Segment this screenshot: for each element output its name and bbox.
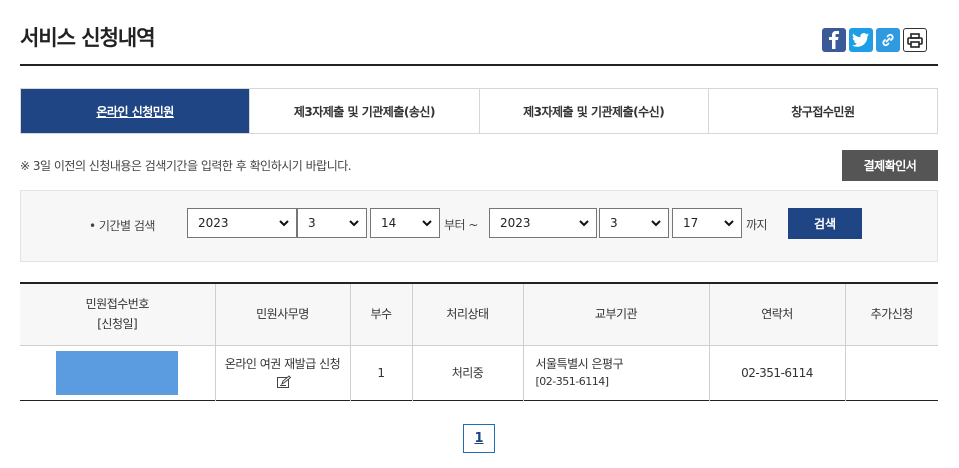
tab-counter-applications[interactable]: 창구접수민원: [707, 89, 937, 133]
notice-text: ※ 3일 이전의 신청내용은 검색기간을 입력한 후 확인하시기 바랍니다.: [20, 159, 352, 173]
redacted-receipt-number: [56, 350, 179, 395]
to-suffix: 까지: [746, 218, 768, 232]
cell-issuing-agency: 서울특별시 은평구 [02-351-6114]: [522, 345, 709, 400]
header-contact: 연락처: [708, 283, 845, 346]
to-day-value: 17: [683, 216, 699, 230]
print-icon[interactable]: [903, 28, 927, 52]
cell-contact: 02-351-6114: [708, 345, 845, 400]
to-month-select[interactable]: 3: [599, 208, 669, 238]
tab-third-party-received[interactable]: 제3자제출 및 기관제출(수신): [478, 89, 708, 133]
chevron-down-icon: [651, 220, 661, 227]
to-year-select[interactable]: 2023: [489, 208, 597, 238]
search-label: • 기간별 검색: [89, 219, 155, 233]
search-panel: • 기간별 검색 2023 3 14 부터 ~ 2023 3 17 까지 검색: [20, 190, 938, 262]
header-copies: 부수: [349, 283, 412, 346]
cell-additional-request: [844, 345, 938, 400]
chevron-down-icon: [724, 220, 734, 227]
header-application-date-label: [신청일]: [97, 317, 138, 332]
cell-receipt-number: [20, 345, 215, 400]
header-status: 처리상태: [411, 283, 523, 346]
search-button[interactable]: 검색: [788, 208, 862, 239]
agency-phone: [02-351-6114]: [535, 374, 610, 388]
header-issuing-agency: 교부기관: [522, 283, 709, 346]
link-icon[interactable]: [876, 28, 900, 52]
chevron-down-icon: [422, 220, 432, 227]
edit-icon[interactable]: [276, 375, 292, 389]
facebook-icon[interactable]: [822, 28, 846, 52]
title-divider: [20, 64, 938, 66]
cell-copies: 1: [349, 345, 412, 400]
chevron-down-icon: [579, 220, 589, 227]
from-year-value: 2023: [198, 216, 229, 230]
application-table: 민원접수번호 [신청일] 민원사무명 부수 처리상태 교부기관 연락처 추가신청…: [20, 282, 938, 401]
to-year-value: 2023: [500, 216, 531, 230]
from-day-select[interactable]: 14: [370, 208, 440, 238]
header-service-name: 민원사무명: [214, 283, 350, 346]
header-receipt-number-label: 민원접수번호: [85, 297, 150, 312]
header-receipt-number: 민원접수번호 [신청일]: [20, 283, 215, 346]
cell-status: 처리중: [411, 345, 523, 400]
from-day-value: 14: [381, 216, 397, 230]
tab-third-party-sent[interactable]: 제3자제출 및 기관제출(송신): [249, 89, 479, 133]
pagination-page-1[interactable]: 1: [463, 424, 495, 453]
twitter-icon[interactable]: [849, 28, 873, 52]
header-additional-request: 추가신청: [844, 283, 938, 346]
share-toolbar: [822, 28, 927, 52]
table-header-row: 민원접수번호 [신청일] 민원사무명 부수 처리상태 교부기관 연락처 추가신청: [20, 283, 938, 346]
table-row: 온라인 여권 재발급 신청 1 처리중 서울특별시 은평구 [02-351-61…: [20, 345, 938, 400]
from-month-select[interactable]: 3: [297, 208, 367, 238]
service-name-link[interactable]: 온라인 여권 재발급 신청: [225, 357, 341, 371]
cell-service-name: 온라인 여권 재발급 신청: [214, 345, 350, 400]
to-day-select[interactable]: 17: [672, 208, 742, 238]
tab-bar: 온라인 신청민원 제3자제출 및 기관제출(송신) 제3자제출 및 기관제출(수…: [20, 88, 938, 134]
tab-online-applications[interactable]: 온라인 신청민원: [21, 89, 250, 133]
from-year-select[interactable]: 2023: [187, 208, 297, 238]
from-suffix: 부터 ~: [444, 218, 478, 232]
payment-confirmation-button[interactable]: 결제확인서: [842, 150, 938, 181]
from-month-value: 3: [308, 216, 316, 230]
agency-name: 서울특별시 은평구: [535, 356, 624, 371]
to-month-value: 3: [610, 216, 618, 230]
chevron-down-icon: [279, 220, 289, 227]
chevron-down-icon: [349, 220, 359, 227]
page-title: 서비스 신청내역: [20, 26, 156, 50]
